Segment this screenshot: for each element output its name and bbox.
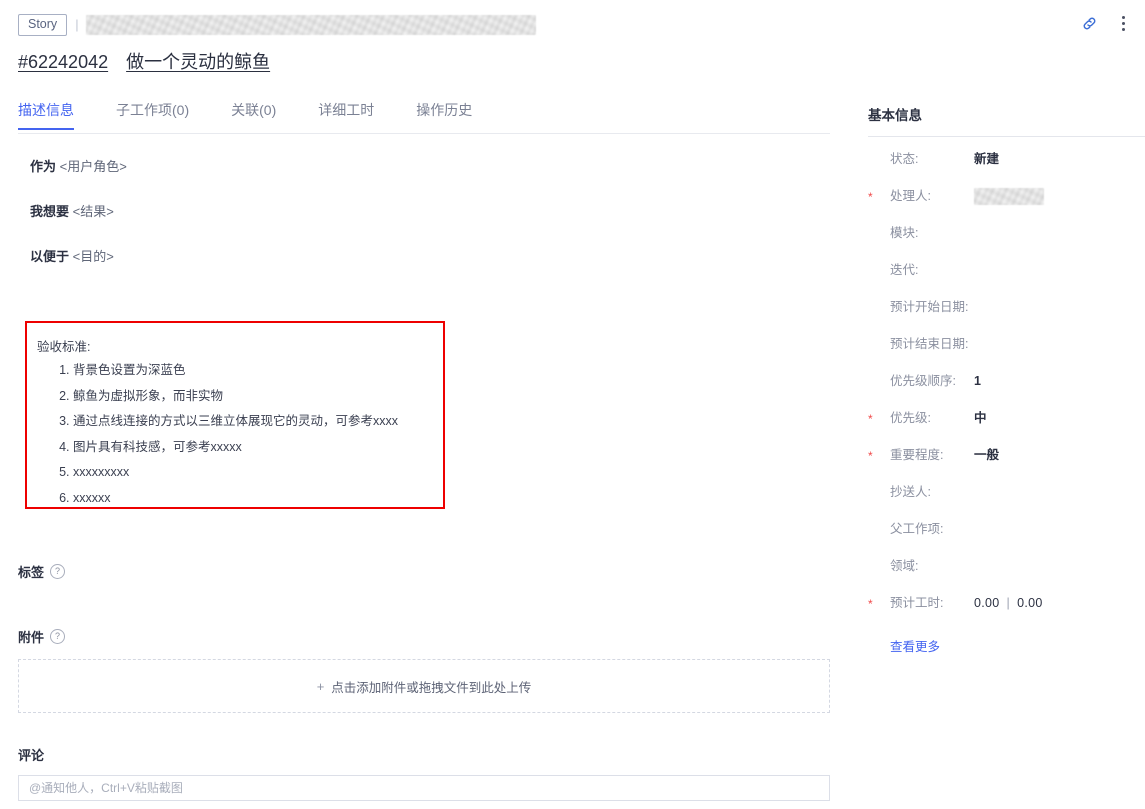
- field-label-parent-item: 父工作项:: [890, 522, 944, 536]
- list-item: xxxxxxxxx: [73, 466, 443, 479]
- field-value-priority-order: 1: [974, 374, 981, 388]
- field-label-planned-end-date: 预计结束日期:: [890, 337, 969, 351]
- tab-history[interactable]: 操作历史: [416, 100, 472, 129]
- list-item: 通过点线连接的方式以三维立体展现它的灵动，可参考xxxx: [73, 415, 443, 428]
- field-label-assignee: 处理人:: [890, 189, 931, 203]
- breadcrumb: Story |: [18, 14, 536, 36]
- story-line-purpose: 以便于 <目的>: [30, 235, 845, 280]
- story-placeholder-goal: <结果>: [72, 203, 114, 219]
- kebab-menu-icon[interactable]: [1115, 14, 1131, 32]
- field-label-iteration: 迭代:: [890, 263, 919, 277]
- sidebar-title: 基本信息: [868, 108, 922, 123]
- attachments-heading-row: 附件 ?: [18, 627, 830, 646]
- list-item: xxxxxx: [73, 491, 443, 505]
- attachments-section: 附件 ? + 点击添加附件或拖拽文件到此处上传: [18, 627, 830, 713]
- story-placeholder-purpose: <目的>: [72, 248, 114, 264]
- field-row-iteration[interactable]: 迭代:: [868, 262, 1145, 299]
- list-item: 背景色设置为深蓝色: [73, 364, 443, 377]
- acceptance-criteria-list: 背景色设置为深蓝色 鲸鱼为虚拟形象，而非实物 通过点线连接的方式以三维立体展现它…: [27, 364, 443, 504]
- required-marker: *: [868, 412, 873, 426]
- comment-input[interactable]: [18, 775, 830, 801]
- field-row-module[interactable]: 模块:: [868, 225, 1145, 262]
- kebab-dot: [1121, 15, 1125, 19]
- story-label-role: 作为: [30, 159, 57, 174]
- field-row-parent-item[interactable]: 父工作项:: [868, 521, 1145, 558]
- field-label-estimated-hours: 预计工时:: [890, 596, 944, 610]
- estimated-hours-first: 0.00: [974, 596, 1000, 610]
- list-item: 图片具有科技感，可参考xxxxx: [73, 440, 443, 454]
- acceptance-criteria-heading: 验收标准:: [37, 340, 91, 354]
- basic-info-sidebar: 基本信息 状态: 新建 * 处理人: 模块: 迭代: 预计开始日期: 预计结束日…: [868, 104, 1145, 655]
- comment-heading: 评论: [18, 748, 45, 763]
- field-row-assignee[interactable]: * 处理人:: [868, 188, 1145, 225]
- attachment-dropzone-label: 点击添加附件或拖拽文件到此处上传: [331, 680, 532, 695]
- attachment-dropzone[interactable]: + 点击添加附件或拖拽文件到此处上传: [18, 659, 830, 713]
- field-value-importance: 一般: [974, 448, 1000, 462]
- field-list: 状态: 新建 * 处理人: 模块: 迭代: 预计开始日期: 预计结束日期: 优先…: [868, 137, 1145, 655]
- story-line-role: 作为 <用户角色>: [30, 145, 845, 190]
- required-marker: *: [868, 190, 873, 204]
- tags-heading: 标签: [18, 565, 45, 580]
- list-item: 鲸鱼为虚拟形象，而非实物: [73, 389, 443, 403]
- attachments-heading: 附件: [18, 630, 45, 645]
- story-line-goal: 我想要 <结果>: [30, 190, 845, 235]
- field-value-priority: 中: [974, 411, 987, 425]
- field-row-domain[interactable]: 领域:: [868, 558, 1145, 595]
- field-label-cc: 抄送人:: [890, 485, 931, 499]
- story-label-goal: 我想要: [30, 203, 70, 219]
- tab-subtasks[interactable]: 子工作项(0): [116, 100, 189, 129]
- estimated-hours-separator: |: [1006, 596, 1011, 610]
- field-row-importance[interactable]: * 重要程度: 一般: [868, 447, 1145, 484]
- top-bar-actions: [1079, 13, 1131, 33]
- redacted-assignee-value: [974, 188, 1044, 205]
- field-label-status: 状态:: [890, 152, 919, 166]
- tags-section: 标签 ?: [18, 562, 830, 581]
- tab-relations[interactable]: 关联(0): [231, 100, 276, 129]
- help-circle-icon[interactable]: ?: [50, 564, 66, 579]
- view-more-link[interactable]: 查看更多: [868, 636, 1145, 655]
- acceptance-criteria-box: 验收标准: 背景色设置为深蓝色 鲸鱼为虚拟形象，而非实物 通过点线连接的方式以三…: [25, 321, 445, 509]
- page-title: #62242042 做一个灵动的鲸鱼: [18, 48, 270, 74]
- field-row-status[interactable]: 状态: 新建: [868, 151, 1145, 188]
- field-row-cc[interactable]: 抄送人:: [868, 484, 1145, 521]
- breadcrumb-separator: |: [75, 17, 79, 33]
- field-value-estimated-hours: 0.00 | 0.00: [974, 595, 1043, 611]
- kebab-dot: [1121, 21, 1125, 25]
- field-row-priority[interactable]: * 优先级: 中: [868, 410, 1145, 447]
- story-label-purpose: 以便于: [30, 248, 70, 264]
- field-label-priority-order: 优先级顺序:: [890, 374, 956, 388]
- field-label-module: 模块:: [890, 226, 919, 240]
- redacted-project-name: [85, 14, 536, 35]
- field-row-priority-order[interactable]: 优先级顺序: 1: [868, 373, 1145, 410]
- top-bar: Story |: [0, 0, 1145, 42]
- plus-icon: +: [316, 678, 325, 694]
- comment-section: 评论: [18, 745, 830, 801]
- field-label-importance: 重要程度:: [890, 448, 944, 462]
- required-marker: *: [868, 597, 873, 611]
- estimated-hours-second: 0.00: [1017, 596, 1043, 610]
- required-marker: *: [868, 449, 873, 463]
- field-row-estimated-hours[interactable]: * 预计工时: 0.00 | 0.00: [868, 595, 1145, 632]
- field-label-priority: 优先级:: [890, 411, 931, 425]
- tab-bar: 描述信息 子工作项(0) 关联(0) 详细工时 操作历史: [18, 100, 830, 134]
- work-item-type-badge[interactable]: Story: [18, 14, 68, 36]
- field-label-planned-start-date: 预计开始日期:: [890, 300, 969, 314]
- field-row-planned-end-date[interactable]: 预计结束日期:: [868, 336, 1145, 373]
- story-placeholder-role: <用户角色>: [59, 159, 127, 174]
- tags-heading-row: 标签 ?: [18, 562, 830, 581]
- field-row-planned-start-date[interactable]: 预计开始日期:: [868, 299, 1145, 336]
- tab-detail-hours[interactable]: 详细工时: [318, 100, 374, 129]
- issue-title[interactable]: 做一个灵动的鲸鱼: [126, 48, 270, 74]
- field-value-status: 新建: [974, 152, 1000, 166]
- link-icon[interactable]: [1079, 13, 1099, 33]
- kebab-dot: [1121, 27, 1125, 31]
- field-label-domain: 领域:: [890, 559, 919, 573]
- tab-description[interactable]: 描述信息: [18, 100, 74, 130]
- issue-id-link[interactable]: #62242042: [18, 52, 108, 73]
- help-circle-icon[interactable]: ?: [50, 629, 66, 644]
- description-panel: 作为 <用户角色> 我想要 <结果> 以便于 <目的> 验收标准: 背景色设置为…: [0, 145, 845, 509]
